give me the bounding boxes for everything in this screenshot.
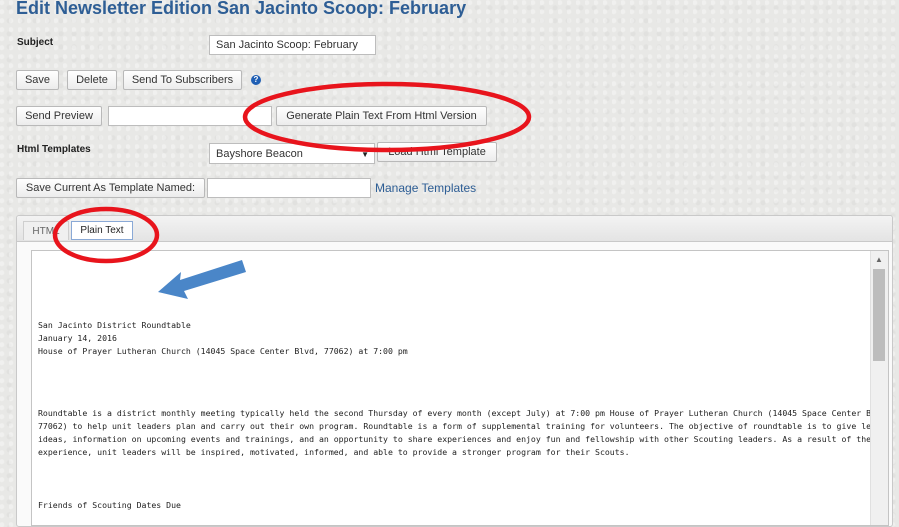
- date-line: January 14, 2016: [38, 333, 117, 343]
- question-circle-icon[interactable]: ?: [251, 75, 261, 85]
- page-title: Edit Newsletter Edition San Jacinto Scoo…: [16, 0, 467, 18]
- html-templates-label: Html Templates: [17, 144, 91, 155]
- save-button[interactable]: Save: [16, 70, 59, 90]
- editor-tabs-panel: HTML Plain Text San Jacinto District Rou…: [16, 215, 893, 527]
- friends-of-scouting-line: Friends of Scouting Dates Due: [38, 500, 181, 510]
- plain-text-editor[interactable]: San Jacinto District Roundtable January …: [31, 250, 889, 526]
- save-as-template-button[interactable]: Save Current As Template Named:: [16, 178, 205, 198]
- tab-bar: HTML Plain Text: [17, 216, 892, 242]
- delete-button[interactable]: Delete: [67, 70, 117, 90]
- template-name-input[interactable]: [207, 178, 371, 198]
- html-template-select[interactable]: Bayshore Beacon ▼: [209, 143, 375, 164]
- send-preview-email-input[interactable]: [108, 106, 272, 126]
- scroll-up-icon[interactable]: ▲: [875, 255, 883, 264]
- paragraph-line-4: experience, unit leaders will be inspire…: [38, 447, 630, 457]
- manage-templates-link[interactable]: Manage Templates: [375, 181, 476, 195]
- tab-html[interactable]: HTML: [23, 221, 69, 240]
- send-to-subscribers-button[interactable]: Send To Subscribers: [123, 70, 242, 90]
- send-preview-button[interactable]: Send Preview: [16, 106, 102, 126]
- location-line: House of Prayer Lutheran Church (14045 S…: [38, 346, 408, 356]
- paragraph-line-3: ideas, information on upcoming events an…: [38, 434, 889, 444]
- paragraph-line-2: 77062) to help unit leaders plan and car…: [38, 421, 889, 431]
- paragraph-line-1: Roundtable is a district monthly meeting…: [38, 408, 889, 418]
- load-html-template-button[interactable]: Load Html Template: [377, 142, 497, 162]
- html-template-select-value: Bayshore Beacon: [216, 147, 303, 160]
- editor-scrollbar[interactable]: ▲: [870, 251, 888, 525]
- subject-input[interactable]: [209, 35, 376, 55]
- scrollbar-thumb[interactable]: [873, 269, 885, 361]
- generate-plain-text-button[interactable]: Generate Plain Text From Html Version: [276, 106, 487, 126]
- subject-label: Subject: [17, 37, 54, 48]
- chevron-down-icon: ▼: [361, 150, 369, 159]
- tab-plain-text[interactable]: Plain Text: [71, 221, 133, 240]
- district-line: San Jacinto District Roundtable: [38, 320, 191, 330]
